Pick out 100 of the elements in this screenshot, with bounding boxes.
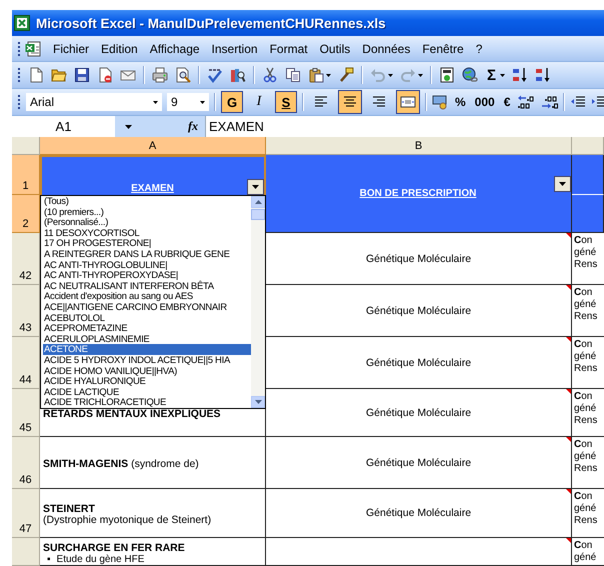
font-name-field[interactable]: Arial	[26, 93, 162, 111]
filter-list-item[interactable]: A REINTEGRER DANS LA RUBRIQUE GENE	[43, 248, 251, 260]
decrease-decimal-icon[interactable]	[540, 94, 558, 110]
name-box[interactable]: A1	[12, 116, 115, 137]
header-cell[interactable]: BON DE PRESCRIPTION	[266, 155, 572, 233]
filter-list-item[interactable]: ACERULOPLASMINEMIE	[43, 334, 251, 344]
menu-item[interactable]: Fenêtre	[416, 40, 470, 58]
caret-icon[interactable]	[200, 100, 205, 104]
filter-list-item[interactable]: ACIDE LACTIQUE	[43, 386, 251, 398]
currency-conversion-icon[interactable]	[439, 67, 455, 83]
format-painter-icon[interactable]	[338, 67, 354, 83]
toolbar-grip[interactable]	[18, 66, 21, 84]
row-header[interactable]: 47	[12, 489, 40, 538]
paste-icon[interactable]	[308, 67, 324, 83]
autosum-button[interactable]: Σ	[485, 66, 498, 84]
number-format-button[interactable]: 000	[472, 95, 497, 109]
filter-list-item[interactable]: ACEPROMETAZINE	[43, 323, 251, 334]
print-icon[interactable]	[152, 67, 168, 83]
filter-list-item[interactable]: ACIDE HOMO VANILIQUE||HVA)	[43, 366, 251, 376]
filter-list-item[interactable]: ACIDE HYALURONIQUE	[43, 376, 251, 387]
merge-cells-icon[interactable]	[400, 94, 416, 110]
filter-list-item[interactable]: AC NEUTRALISANT INTERFERON BÊTA	[43, 280, 251, 292]
menu-item[interactable]: Edition	[95, 40, 144, 58]
row-header[interactable]: 2	[12, 195, 40, 233]
caret-icon[interactable]	[500, 74, 506, 76]
filter-list-item[interactable]: AC ANTI-THYROGLOBULINE|	[43, 260, 251, 270]
menu-item[interactable]: ?	[470, 40, 488, 58]
document-menu-icon[interactable]	[25, 40, 43, 56]
formula-field[interactable]: EXAMEN	[205, 116, 604, 137]
row-header[interactable]: 46	[12, 437, 40, 489]
row-header[interactable]: 1	[12, 155, 40, 195]
row-header[interactable]: 45	[12, 389, 40, 437]
column-header[interactable]: B	[266, 137, 572, 155]
toolbar-grip[interactable]	[18, 93, 21, 111]
save-icon[interactable]	[74, 67, 90, 83]
filter-list-item[interactable]: ACIDE TRICHLORACETIQUE	[43, 397, 251, 408]
sort-descending-icon[interactable]	[535, 67, 552, 83]
cut-icon[interactable]	[262, 67, 278, 83]
scrollbar-thumb[interactable]	[251, 209, 265, 220]
cell-text: (Dystrophie myotonique de Steinert)	[43, 515, 212, 526]
increase-decimal-icon[interactable]	[517, 94, 536, 110]
insert-function-button[interactable]: fx	[181, 116, 205, 137]
filter-list-item[interactable]: AC ANTI-THYROPEROXYDASE|	[43, 270, 251, 281]
font-size-field[interactable]: 9	[167, 93, 209, 111]
filter-list-item[interactable]: (10 premiers...)	[43, 206, 251, 218]
filter-list-item[interactable]: ACEBUTOLOL	[43, 312, 251, 324]
scroll-up-button[interactable]	[251, 196, 265, 208]
filter-dropdown-button[interactable]	[247, 179, 264, 195]
open-folder-icon[interactable]	[51, 67, 67, 83]
autofilter-dropdown[interactable]	[40, 195, 266, 409]
menu-item[interactable]: Fichier	[47, 40, 96, 58]
permission-icon[interactable]	[97, 67, 113, 83]
caret-icon[interactable]	[388, 74, 393, 76]
filter-list-item[interactable]: ACIDE 5 HYDROXY INDOL ACETIQUE||5 HIA	[43, 354, 251, 366]
caret-icon[interactable]	[153, 100, 158, 104]
filter-list-item[interactable]: (Personnalisé...)	[43, 217, 251, 228]
menu-item[interactable]: Format	[264, 40, 314, 58]
number-format-button[interactable]: %	[453, 95, 468, 109]
row-header[interactable]: 43	[12, 285, 40, 337]
caret-icon[interactable]	[124, 124, 132, 128]
column-header[interactable]: A	[40, 137, 266, 155]
row-header[interactable]: 42	[12, 233, 40, 285]
header-cell[interactable]	[572, 155, 604, 195]
spelling-icon[interactable]	[207, 67, 223, 83]
caret-icon[interactable]	[559, 182, 566, 186]
merge-center-button[interactable]	[396, 90, 420, 114]
filter-list-item[interactable]: ACETONE	[43, 344, 251, 355]
bold-button[interactable]: G	[221, 91, 243, 113]
caret-icon[interactable]	[326, 74, 331, 76]
toolbar-grip[interactable]	[18, 40, 21, 58]
header-cell[interactable]	[572, 195, 604, 233]
cell-text: Rens	[574, 463, 598, 475]
new-document-icon[interactable]	[28, 67, 44, 83]
scroll-down-button[interactable]	[251, 396, 265, 408]
up-arrow-icon[interactable]	[254, 200, 262, 204]
filter-list-item[interactable]: Accident d'exposition au sang ou AES	[43, 291, 251, 302]
align-center-button[interactable]	[338, 90, 362, 114]
scrollbar[interactable]	[251, 196, 265, 408]
caret-icon[interactable]	[418, 74, 423, 76]
copy-icon[interactable]	[285, 67, 301, 83]
row-header[interactable]: 44	[12, 337, 40, 389]
italic-button[interactable]: I	[248, 91, 270, 113]
menu-item[interactable]: Affichage	[144, 40, 206, 58]
number-format-button[interactable]: €	[502, 95, 512, 109]
menu-item[interactable]: Données	[356, 40, 416, 58]
cell-text: géné	[574, 299, 598, 311]
hyperlink-icon[interactable]	[462, 67, 478, 83]
filter-dropdown-button[interactable]	[554, 176, 571, 192]
sort-ascending-icon[interactable]	[512, 67, 528, 83]
research-icon[interactable]	[230, 67, 246, 83]
underline-button[interactable]: S	[275, 91, 297, 113]
currency-style-icon[interactable]	[432, 94, 448, 110]
filter-list-item[interactable]: ACE||ANTIGENE CARCINO EMBRYONNAIR	[43, 302, 251, 313]
print-preview-icon[interactable]	[175, 67, 191, 83]
menu-item[interactable]: Outils	[314, 40, 356, 58]
filter-list-item[interactable]: 17 OH PROGESTERONE|	[43, 238, 251, 249]
caret-icon[interactable]	[252, 185, 259, 189]
down-arrow-icon[interactable]	[254, 400, 262, 404]
menu-item[interactable]: Insertion	[206, 40, 264, 58]
filter-list-item[interactable]: (Tous)	[43, 196, 251, 207]
